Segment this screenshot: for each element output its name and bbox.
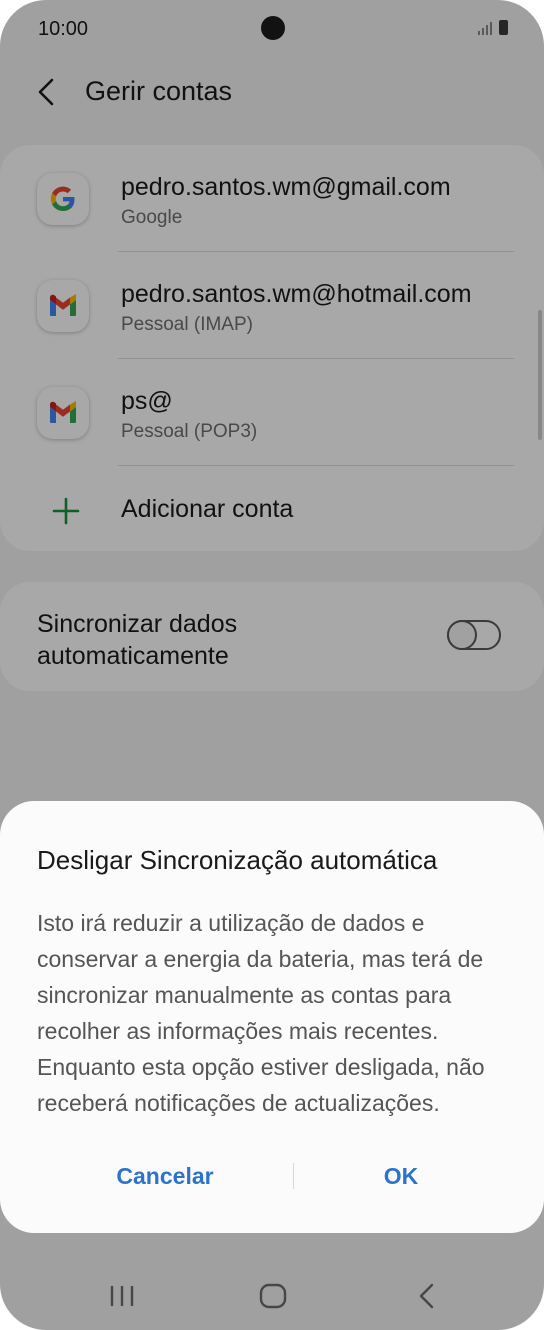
dialog-title: Desligar Sincronização automática	[37, 845, 438, 875]
dialog-message: Isto irá reduzir a utilização de dados e…	[37, 910, 485, 1116]
cancel-button[interactable]: Cancelar	[37, 1156, 293, 1196]
ok-button[interactable]: OK	[295, 1156, 507, 1196]
phone-screen: 10:00 Gerir contas pedro.santos.wm@gmail…	[0, 0, 544, 1330]
confirm-dialog: Desligar Sincronização automática Isto i…	[0, 801, 544, 1233]
button-divider	[293, 1163, 294, 1189]
